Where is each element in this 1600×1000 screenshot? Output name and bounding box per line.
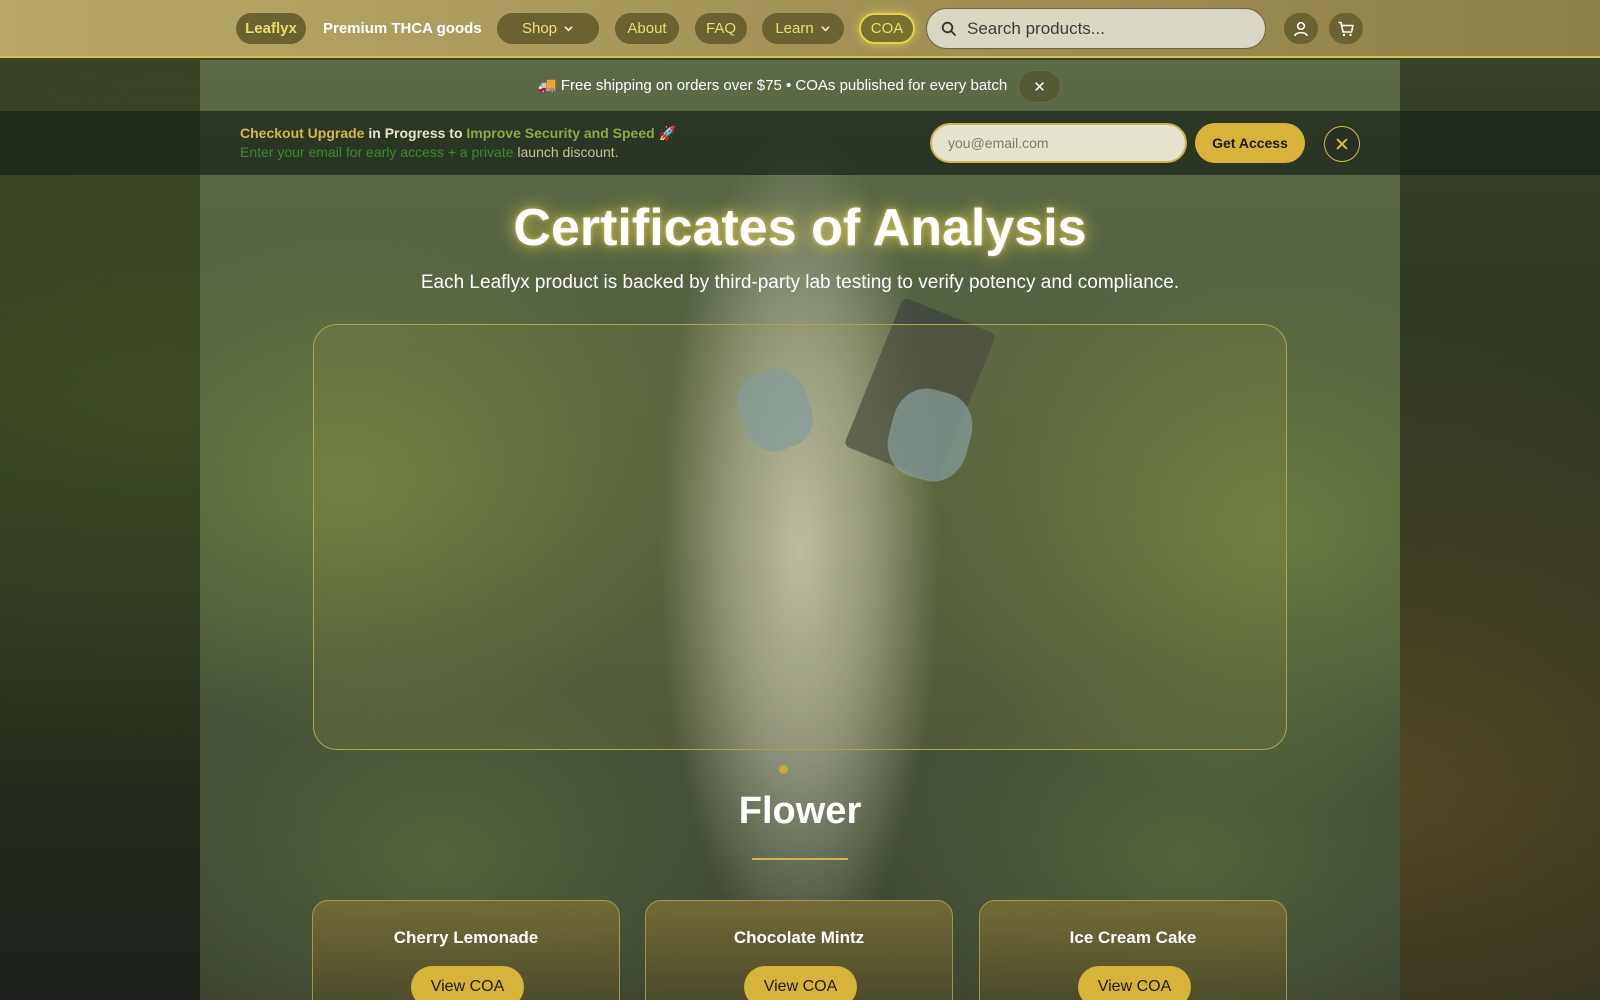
rocket-icon: 🚀 [654, 125, 677, 141]
email-field[interactable] [930, 123, 1187, 163]
product-card: Cherry Lemonade View COA [312, 900, 620, 1000]
cart-icon [1338, 21, 1354, 36]
section-divider [752, 858, 848, 860]
search-icon [941, 21, 957, 36]
announcement-headline-green: Improve Security and Speed [466, 125, 655, 141]
cart-button[interactable] [1329, 13, 1363, 44]
brand-logo-link[interactable]: Leaflyx [236, 13, 306, 44]
shipping-banner-text: 🚚 Free shipping on orders over $75 • COA… [538, 77, 1008, 94]
product-name: Ice Cream Cake [1069, 928, 1197, 947]
account-button[interactable] [1284, 13, 1318, 44]
shipping-banner-close-button[interactable]: ✕ [1018, 70, 1061, 103]
product-card: Ice Cream Cake View COA [979, 900, 1287, 1000]
announcement-subtext-green: Enter your email for early access + a pr… [240, 144, 518, 160]
announcement-subtext-light: launch discount. [517, 144, 619, 160]
shipping-banner: 🚚 Free shipping on orders over $75 • COA… [0, 60, 1600, 111]
nav-shop-label: Shop [521, 20, 558, 37]
view-coa-button[interactable]: View COA [744, 966, 857, 1000]
nav-shop[interactable]: Shop [497, 13, 599, 44]
section-title-flower: Flower [738, 790, 862, 832]
product-name: Cherry Lemonade [393, 928, 539, 947]
announcement-close-button[interactable] [1324, 126, 1360, 162]
announcement-headline-text: in Progress to [364, 125, 467, 141]
view-coa-button[interactable]: View COA [411, 966, 524, 1000]
user-icon [1294, 21, 1308, 36]
nav-faq[interactable]: FAQ [695, 13, 747, 44]
coa-carousel-panel [313, 324, 1287, 750]
checkout-upgrade-banner: Checkout Upgrade in Progress to Improve … [0, 111, 1600, 175]
product-name: Chocolate Mintz [733, 928, 865, 947]
brand-tagline: Premium THCA goods [323, 20, 482, 37]
chevron-down-icon [820, 26, 830, 32]
page-subtitle: Each Leaflyx product is backed by third-… [420, 272, 1180, 293]
announcement-headline: Checkout Upgrade in Progress to Improve … [240, 125, 676, 142]
search-input[interactable] [967, 18, 1237, 39]
announcement-headline-highlight: Checkout Upgrade [240, 125, 365, 141]
chevron-down-icon [564, 26, 573, 32]
close-icon [1336, 138, 1348, 150]
get-access-button[interactable]: Get Access [1195, 123, 1305, 163]
carousel-dot[interactable] [779, 765, 788, 774]
nav-learn-label: Learn [775, 20, 814, 37]
announcement-subtext: Enter your email for early access + a pr… [240, 144, 619, 160]
nav-learn[interactable]: Learn [762, 13, 844, 44]
search-bar[interactable] [926, 8, 1266, 49]
product-card: Chocolate Mintz View COA [645, 900, 953, 1000]
page-title: Certificates of Analysis [513, 199, 1087, 257]
nav-about[interactable]: About [615, 13, 679, 44]
view-coa-button[interactable]: View COA [1078, 966, 1191, 1000]
nav-coa-active[interactable]: COA [859, 13, 915, 44]
site-header: Leaflyx Premium THCA goods Shop About FA… [0, 0, 1600, 58]
